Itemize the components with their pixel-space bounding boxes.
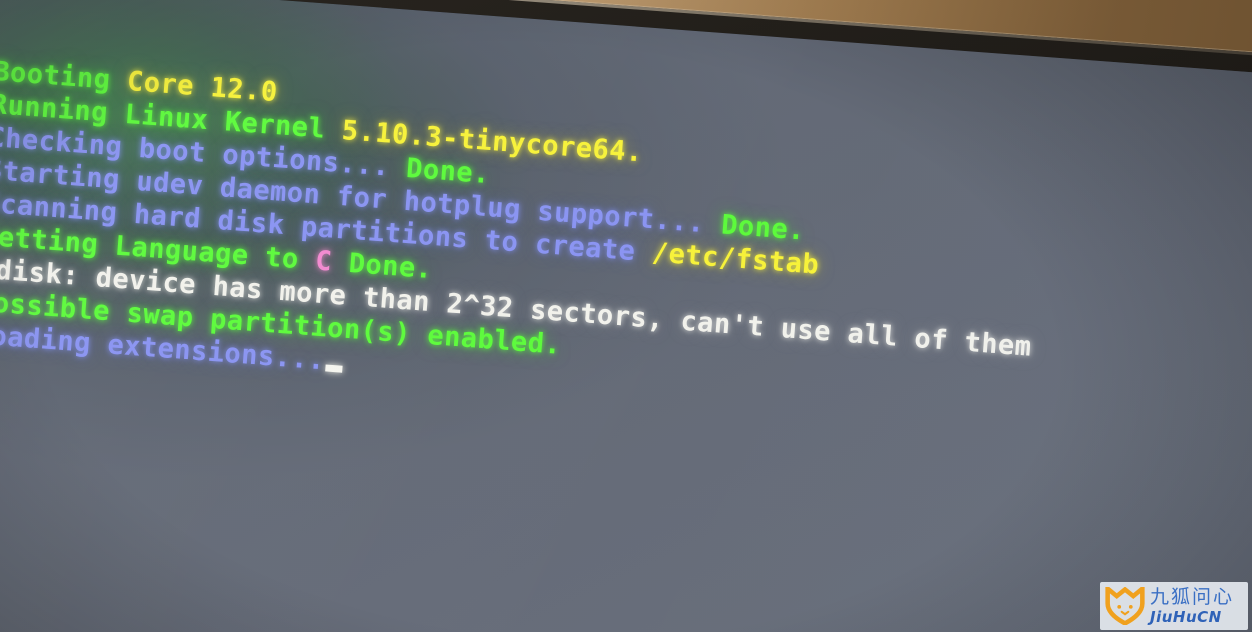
- watermark-en-label: JiuHuCN: [1150, 607, 1222, 626]
- photograph-of-monitor: Booting Core 12.0 Running Linux Kernel 5.…: [0, 0, 1252, 632]
- text-cursor: [325, 364, 343, 373]
- monitor-screen: Booting Core 12.0 Running Linux Kernel 5.…: [0, 0, 1252, 632]
- watermark-text: 九狐问心 JiuHuCN: [1150, 585, 1235, 626]
- watermark: 九狐问心 JiuHuCN: [1100, 582, 1248, 630]
- computer-monitor: Booting Core 12.0 Running Linux Kernel 5.…: [0, 0, 1252, 632]
- watermark-cn-label: 九狐问心: [1150, 585, 1235, 608]
- fox-head-icon: [1105, 587, 1145, 625]
- boot-console-text: Booting Core 12.0 Running Linux Kernel 5.…: [0, 55, 1252, 450]
- console-text-segment: Done.: [405, 152, 492, 191]
- console-text-segment: Done.: [720, 209, 807, 247]
